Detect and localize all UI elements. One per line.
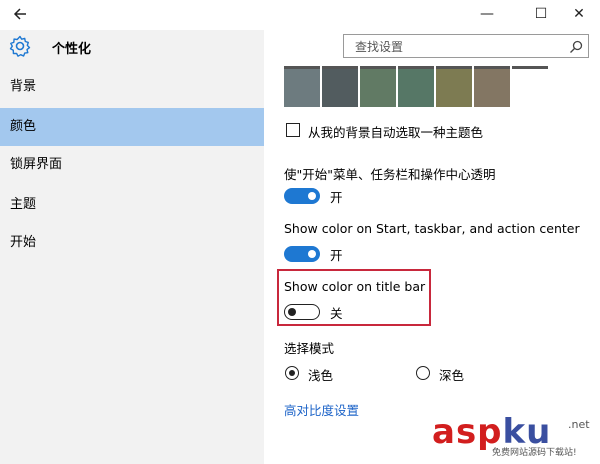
back-arrow-icon[interactable] [10, 3, 32, 25]
color-swatch[interactable] [436, 69, 472, 107]
mode-dark-label: 深色 [439, 368, 465, 383]
watermark-logo: aspku .net 免费网站源码下载站! [432, 412, 600, 464]
radio-dot [288, 369, 295, 376]
sidebar-item-background[interactable]: 背景 [0, 68, 264, 106]
sidebar-item-themes[interactable]: 主题 [0, 186, 264, 224]
sidebar: 个性化 背景 颜色 锁屏界面 主题 开始 [0, 30, 264, 464]
title-bar-color-state: 关 [330, 306, 343, 321]
color-swatch[interactable] [398, 69, 434, 107]
close-button[interactable]: ✕ [556, 0, 600, 30]
transparency-toggle[interactable] [284, 188, 320, 204]
sidebar-item-start[interactable]: 开始 [0, 224, 264, 262]
title-bar-color-label: Show color on title bar [284, 279, 426, 294]
page-title: 个性化 [52, 42, 92, 57]
gear-icon [8, 34, 32, 58]
minimize-button[interactable]: — [464, 0, 510, 30]
start-color-state: 开 [330, 248, 343, 263]
color-swatch[interactable] [474, 69, 510, 107]
auto-color-label: 从我的背景自动选取一种主题色 [308, 125, 484, 140]
mode-dark-radio[interactable] [416, 366, 430, 380]
sidebar-item-label: 锁屏界面 [10, 157, 63, 172]
color-swatch[interactable] [322, 69, 358, 107]
high-contrast-link[interactable]: 高对比度设置 [284, 400, 359, 419]
start-color-toggle[interactable] [284, 246, 320, 262]
toggle-knob [288, 307, 296, 316]
transparency-label: 使"开始"菜单、任务栏和操作中心透明 [284, 167, 496, 182]
search-icon[interactable] [569, 39, 583, 53]
toggle-knob [308, 250, 316, 258]
transparency-state: 开 [330, 190, 343, 205]
mode-light-radio[interactable] [285, 366, 299, 380]
color-settings-panel: 从我的背景自动选取一种主题色 使"开始"菜单、任务栏和操作中心透明 开 Show… [264, 66, 600, 464]
mode-label: 选择模式 [284, 341, 335, 356]
mode-light-label: 浅色 [308, 368, 334, 383]
watermark-net: .net [568, 418, 590, 431]
color-swatch[interactable] [284, 69, 320, 107]
swatch-bar [512, 66, 548, 69]
sidebar-header: 个性化 [0, 30, 264, 66]
sidebar-item-label: 主题 [10, 197, 37, 212]
start-color-label: Show color on Start, taskbar, and action… [284, 221, 580, 236]
toggle-knob [308, 192, 316, 200]
search-placeholder: 查找设置 [355, 40, 404, 54]
auto-color-checkbox[interactable] [286, 123, 300, 137]
sidebar-item-colors[interactable]: 颜色 [0, 108, 264, 146]
sidebar-item-lock-screen[interactable]: 锁屏界面 [0, 146, 264, 184]
sidebar-item-label: 背景 [10, 79, 37, 94]
search-input[interactable]: 查找设置 [343, 34, 589, 58]
watermark-subtitle: 免费网站源码下载站! [492, 448, 577, 458]
sidebar-item-label: 开始 [10, 235, 37, 250]
title-bar-color-toggle[interactable] [284, 304, 320, 320]
color-swatch[interactable] [360, 69, 396, 107]
title-bar: — ☐ ✕ [0, 0, 600, 30]
sidebar-item-label: 颜色 [10, 119, 37, 134]
